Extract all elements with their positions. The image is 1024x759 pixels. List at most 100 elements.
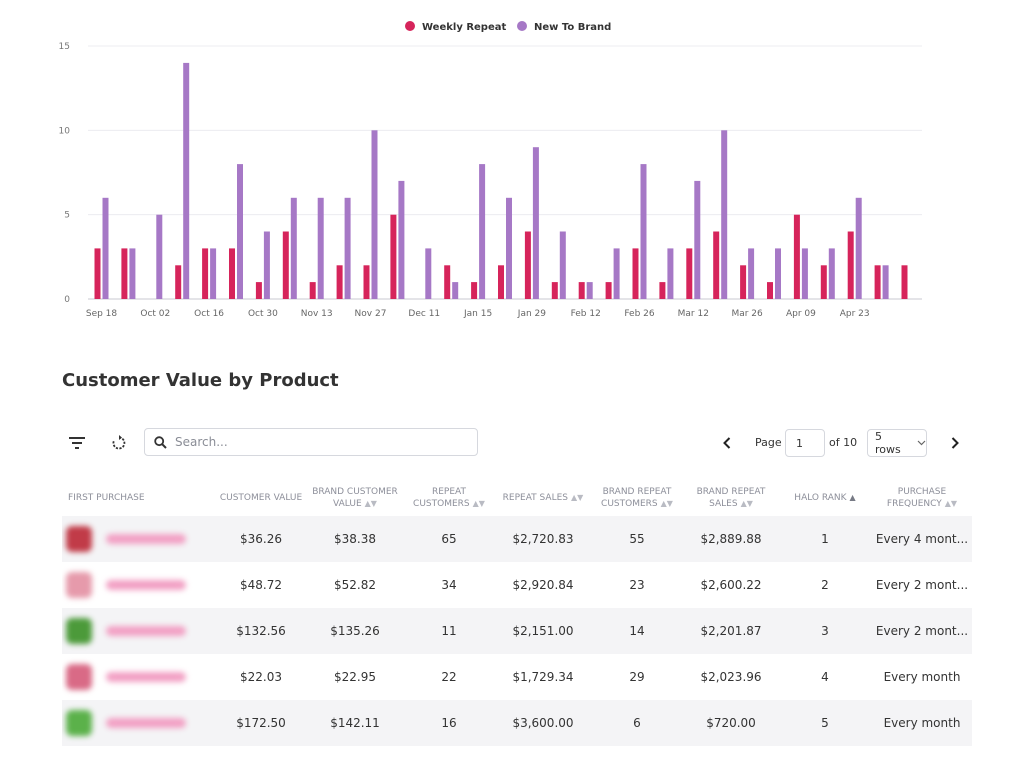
bar-weekly-repeat[interactable] (686, 248, 693, 299)
repeat-customers-cell: 65 (402, 516, 496, 562)
customer-value-cell: $172.50 (214, 700, 308, 746)
column-header-brand-customer-value[interactable]: Brand Customer Value ▲▼ (308, 480, 402, 516)
rows-per-page-select[interactable]: 5 rows (867, 429, 927, 457)
bar-new-to-brand[interactable] (667, 248, 674, 299)
page-number-input[interactable] (785, 429, 825, 457)
bar-weekly-repeat[interactable] (847, 231, 854, 300)
bar-weekly-repeat[interactable] (874, 265, 881, 299)
prev-page-icon[interactable] (712, 428, 742, 458)
bar-weekly-repeat[interactable] (390, 214, 397, 299)
bar-weekly-repeat[interactable] (632, 248, 639, 299)
bar-weekly-repeat[interactable] (255, 282, 262, 299)
bar-new-to-brand[interactable] (855, 197, 862, 299)
bar-weekly-repeat[interactable] (282, 231, 289, 300)
bar-new-to-brand[interactable] (775, 248, 781, 299)
column-header-brand-repeat-sales[interactable]: Brand Repeat Sales ▲▼ (684, 480, 778, 516)
column-header-purchase-frequency[interactable]: Purchase Frequency ▲▼ (872, 480, 972, 516)
bar-new-to-brand[interactable] (801, 248, 808, 299)
bar-weekly-repeat[interactable] (740, 265, 747, 299)
bar-weekly-repeat[interactable] (94, 248, 101, 299)
bar-new-to-brand[interactable] (452, 282, 459, 299)
table-row[interactable]: $22.03 $22.95 22 $1,729.34 29 $2,023.96 4 Every… (62, 654, 972, 700)
column-header-customer-value[interactable]: Customer Value (214, 480, 308, 516)
bar-new-to-brand[interactable] (748, 248, 755, 299)
bar-new-to-brand[interactable] (210, 248, 217, 299)
bar-new-to-brand[interactable] (398, 180, 405, 299)
bar-weekly-repeat[interactable] (820, 265, 827, 299)
column-header-repeat-sales[interactable]: Repeat Sales ▲▼ (496, 480, 590, 516)
product-cell[interactable] (62, 700, 214, 746)
bar-new-to-brand[interactable] (425, 248, 432, 299)
table-row[interactable]: $36.26 $38.38 65 $2,720.83 55 $2,889.88 1 Every… (62, 516, 972, 562)
column-header-halo-rank[interactable]: Halo Rank ▲ (778, 480, 872, 516)
filter-icon[interactable] (62, 428, 92, 458)
bar-weekly-repeat[interactable] (363, 265, 370, 299)
bar-new-to-brand[interactable] (506, 197, 512, 299)
search-input[interactable] (175, 435, 465, 449)
halo-rank-cell: 5 (778, 700, 872, 746)
sort-ascending-icon[interactable]: ▲ (850, 493, 856, 502)
table-row[interactable]: $132.56 $135.26 11 $2,151.00 14 $2,201.87 3 Eve… (62, 608, 972, 654)
bar-weekly-repeat[interactable] (202, 248, 209, 299)
bar-weekly-repeat[interactable] (605, 282, 612, 299)
bar-weekly-repeat[interactable] (309, 282, 316, 299)
halo-rank-cell: 1 (778, 516, 872, 562)
product-cell[interactable] (62, 562, 214, 608)
bar-weekly-repeat[interactable] (175, 265, 182, 299)
next-page-icon[interactable] (940, 428, 970, 458)
repeat-sales-cell: $2,720.83 (496, 516, 590, 562)
column-header-first-purchase[interactable]: First Purchase (62, 480, 214, 516)
legend-label-new-to-brand: New To Brand (534, 22, 611, 33)
brand-repeat-sales-cell: $2,889.88 (684, 516, 778, 562)
column-header-brand-repeat-customers[interactable]: Brand Repeat Customers ▲▼ (590, 480, 684, 516)
sort-icon[interactable]: ▲▼ (661, 499, 673, 508)
bar-new-to-brand[interactable] (882, 265, 889, 299)
bar-new-to-brand[interactable] (694, 180, 701, 299)
bar-new-to-brand[interactable] (721, 130, 728, 299)
sort-icon[interactable]: ▲▼ (945, 499, 957, 508)
column-header-repeat-customers[interactable]: Repeat Customers ▲▼ (402, 480, 496, 516)
bar-new-to-brand[interactable] (237, 164, 243, 299)
bar-weekly-repeat[interactable] (336, 265, 343, 299)
bar-weekly-repeat[interactable] (659, 282, 666, 299)
sort-icon[interactable]: ▲▼ (473, 499, 485, 508)
bar-weekly-repeat[interactable] (793, 214, 800, 299)
bar-new-to-brand[interactable] (183, 62, 190, 300)
bar-weekly-repeat[interactable] (444, 265, 451, 299)
bar-weekly-repeat[interactable] (901, 265, 908, 299)
table-row[interactable]: $172.50 $142.11 16 $3,600.00 6 $720.00 5 Every … (62, 700, 972, 746)
bar-new-to-brand[interactable] (156, 214, 163, 299)
bar-new-to-brand[interactable] (344, 197, 351, 299)
product-cell[interactable] (62, 654, 214, 700)
bar-new-to-brand[interactable] (263, 231, 270, 300)
bar-new-to-brand[interactable] (371, 130, 378, 299)
bar-new-to-brand[interactable] (532, 147, 539, 299)
bar-new-to-brand[interactable] (828, 248, 835, 299)
bar-weekly-repeat[interactable] (229, 248, 235, 299)
bar-new-to-brand[interactable] (613, 248, 620, 299)
bar-new-to-brand[interactable] (586, 282, 593, 299)
bar-new-to-brand[interactable] (102, 197, 109, 299)
sort-icon[interactable]: ▲▼ (741, 499, 753, 508)
refresh-icon[interactable] (104, 428, 134, 458)
bar-new-to-brand[interactable] (479, 164, 486, 299)
sort-icon[interactable]: ▲▼ (365, 499, 377, 508)
bar-weekly-repeat[interactable] (471, 282, 478, 299)
bar-new-to-brand[interactable] (559, 231, 566, 300)
bar-weekly-repeat[interactable] (713, 231, 720, 300)
bar-weekly-repeat[interactable] (551, 282, 558, 299)
bar-weekly-repeat[interactable] (578, 282, 585, 299)
bar-weekly-repeat[interactable] (524, 231, 531, 300)
bar-new-to-brand[interactable] (290, 197, 297, 299)
product-cell[interactable] (62, 516, 214, 562)
sort-icon[interactable]: ▲▼ (571, 493, 583, 502)
bar-weekly-repeat[interactable] (121, 248, 128, 299)
bar-weekly-repeat[interactable] (498, 265, 504, 299)
bar-new-to-brand[interactable] (640, 164, 647, 299)
table-row[interactable]: $48.72 $52.82 34 $2,920.84 23 $2,600.22 2 Every… (62, 562, 972, 608)
bar-weekly-repeat[interactable] (767, 282, 773, 299)
bar-new-to-brand[interactable] (129, 248, 136, 299)
purchase-frequency-cell: Every month (872, 700, 972, 746)
product-cell[interactable] (62, 608, 214, 654)
bar-new-to-brand[interactable] (317, 197, 324, 299)
